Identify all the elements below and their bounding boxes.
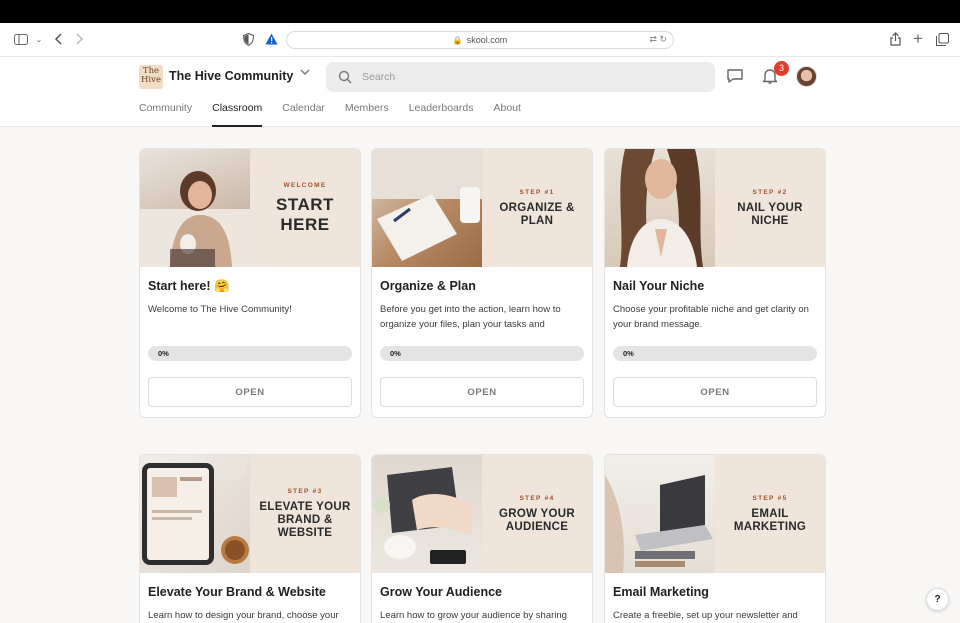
course-cover[interactable]: STEP #4 GROW YOUR AUDIENCE [372,455,592,573]
cover-title: ORGANIZE & PLAN [499,201,575,227]
cover-panel: STEP #3 ELEVATE YOUR BRAND & WEBSITE [250,455,360,573]
privacy-shield-icon[interactable] [239,30,257,48]
community-name[interactable]: The Hive Community [169,69,293,83]
open-button[interactable]: OPEN [613,377,817,407]
cover-title: NAIL YOUR NICHE [737,201,803,227]
cover-step-label: STEP #1 [519,188,555,196]
cover-step-label: STEP #5 [752,494,788,502]
top-black-bar [0,0,960,23]
course-cover[interactable]: STEP #3 ELEVATE YOUR BRAND & WEBSITE [140,455,360,573]
forward-icon[interactable] [71,30,89,48]
course-card-nail-your-niche[interactable]: STEP #2 NAIL YOUR NICHE Nail Your Niche … [604,148,826,418]
course-description: Create a freebie, set up your newsletter… [613,610,798,621]
browser-toolbar: ⌄ 🔒 skool.com ⇄ ↻ + [0,23,960,57]
tab-members[interactable]: Members [345,102,389,127]
course-title[interactable]: Start here! 🤗 [148,279,230,294]
course-description: Welcome to The Hive Community! [148,304,292,315]
course-description: Choose your profitable niche and get cla… [613,304,809,330]
notification-badge: 3 [774,61,789,76]
cover-title: ELEVATE YOUR BRAND & WEBSITE [259,501,351,539]
cover-step-label: STEP #2 [752,188,788,196]
avatar[interactable] [796,66,817,87]
course-title[interactable]: Grow Your Audience [380,585,502,599]
course-photo [140,149,250,267]
help-button[interactable]: ? [926,588,949,611]
course-cover[interactable]: STEP #1 ORGANIZE & PLAN [372,149,592,267]
address-bar[interactable]: 🔒 skool.com ⇄ ↻ [286,31,674,49]
chevron-down-icon[interactable]: ⌄ [30,30,48,48]
sidebar-toggle-icon[interactable] [12,30,30,48]
open-button[interactable]: OPEN [148,377,352,407]
open-button[interactable]: OPEN [380,377,584,407]
warning-icon[interactable] [262,30,280,48]
cover-panel: STEP #1 ORGANIZE & PLAN [482,149,592,267]
course-description: Learn how to design your brand, choose y… [148,610,339,621]
app-header: The Hive The Hive Community Search 3 Com… [0,57,960,127]
chevron-down-icon[interactable] [300,68,310,79]
progress-bar: 0% [613,346,817,361]
tab-classroom[interactable]: Classroom [212,102,263,127]
course-photo [140,455,250,573]
lock-icon: 🔒 [452,35,463,45]
course-title[interactable]: Elevate Your Brand & Website [148,585,326,599]
back-icon[interactable] [49,30,67,48]
course-cover[interactable]: STEP #2 NAIL YOUR NICHE [605,149,825,267]
course-title[interactable]: Nail Your Niche [613,279,704,293]
progress-label: 0% [623,349,634,358]
progress-label: 0% [390,349,401,358]
nav-tabs: Community Classroom Calendar Members Lea… [139,102,541,127]
chat-icon[interactable] [726,67,746,87]
tab-about[interactable]: About [494,102,521,127]
tab-calendar[interactable]: Calendar [282,102,325,127]
search-input[interactable]: Search [326,62,715,92]
tab-leaderboards[interactable]: Leaderboards [409,102,474,127]
course-cover[interactable]: STEP #5 EMAIL MARKETING [605,455,825,573]
tabs-overview-icon[interactable] [933,30,951,48]
cover-panel: STEP #2 NAIL YOUR NICHE [715,149,825,267]
course-title[interactable]: Email Marketing [613,585,709,599]
share-icon[interactable] [886,30,904,48]
course-description: Before you get into the action, learn ho… [380,304,561,330]
cover-title: GROW YOUR AUDIENCE [499,507,575,533]
course-card-start-here[interactable]: WELCOME START HERE Start here! 🤗 Welcome… [139,148,361,418]
course-card-organize-plan[interactable]: STEP #1 ORGANIZE & PLAN Organize & Plan … [371,148,593,418]
course-photo [605,455,715,573]
course-card-grow-audience[interactable]: STEP #4 GROW YOUR AUDIENCE Grow Your Aud… [371,454,593,623]
cover-panel: STEP #5 EMAIL MARKETING [715,455,825,573]
course-photo [372,149,482,267]
search-icon [338,70,352,84]
cover-step-label: STEP #4 [519,494,555,502]
cover-step-label: STEP #3 [287,488,323,495]
course-title[interactable]: Organize & Plan [380,279,476,293]
course-description: Learn how to grow your audience by shari… [380,610,567,621]
community-logo[interactable]: The Hive [139,65,163,89]
course-card-email-marketing[interactable]: STEP #5 EMAIL MARKETING Email Marketing … [604,454,826,623]
cover-title: EMAIL MARKETING [733,507,807,533]
cover-panel: STEP #4 GROW YOUR AUDIENCE [482,455,592,573]
cover-step-label: WELCOME [283,181,327,189]
course-card-elevate-brand[interactable]: STEP #3 ELEVATE YOUR BRAND & WEBSITE Ele… [139,454,361,623]
tab-community[interactable]: Community [139,102,192,127]
cover-panel: WELCOME START HERE [250,149,360,267]
progress-bar: 0% [380,346,584,361]
progress-label: 0% [158,349,169,358]
course-cover[interactable]: WELCOME START HERE [140,149,360,267]
progress-bar: 0% [148,346,352,361]
new-tab-icon[interactable]: + [909,29,927,48]
url-text: skool.com [466,35,508,45]
translate-reload-icon[interactable]: ⇄ ↻ [649,34,667,45]
course-photo [372,455,482,573]
search-placeholder: Search [362,71,396,83]
cover-title: START HERE [276,194,334,234]
course-photo [605,149,715,267]
